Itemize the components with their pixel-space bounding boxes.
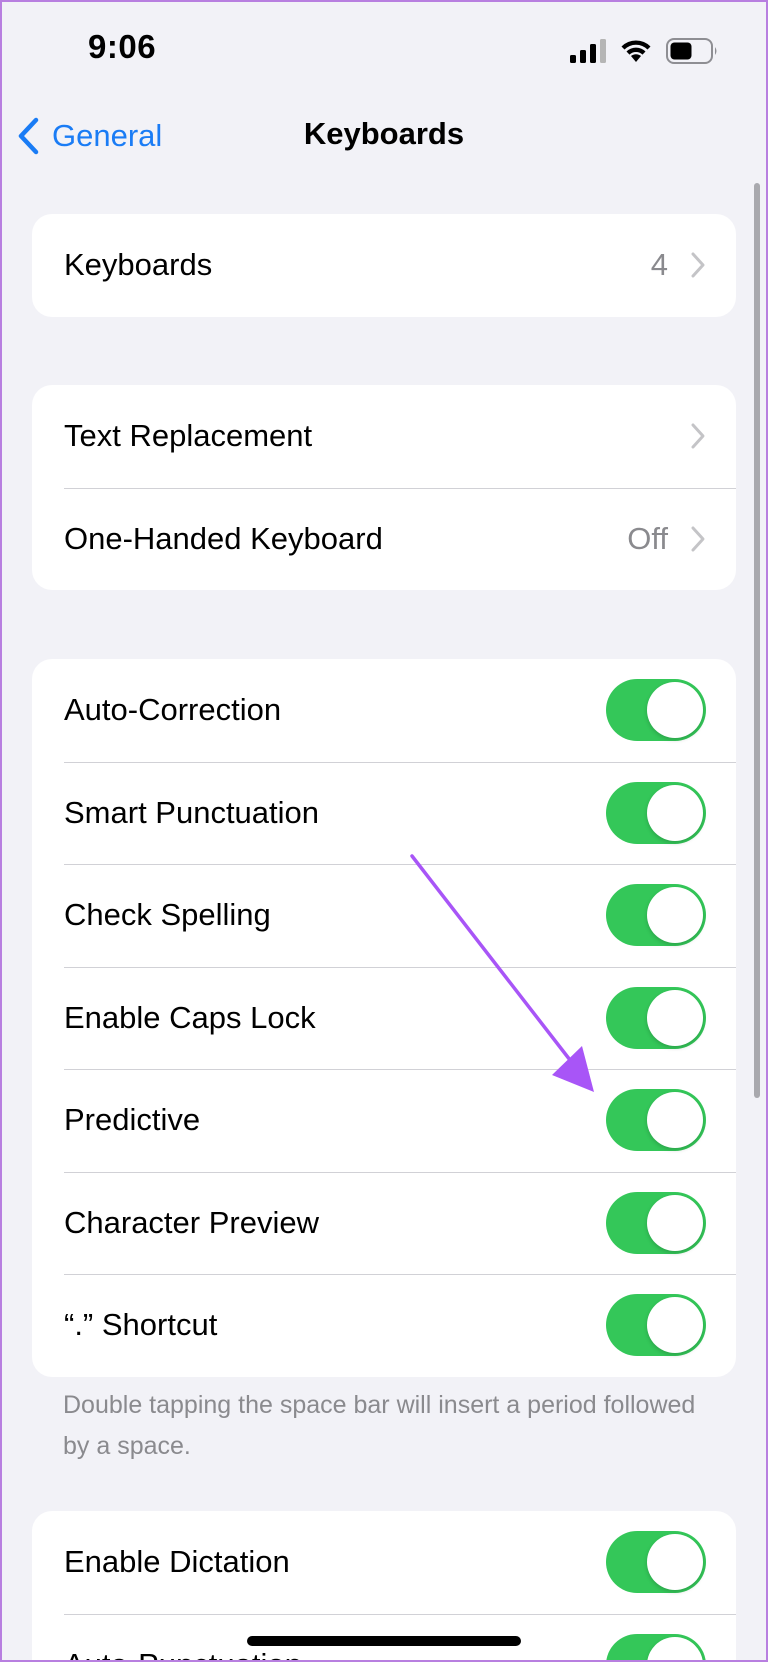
auto-correction-toggle[interactable] (606, 679, 706, 742)
enable-caps-lock-row: Enable Caps Lock (32, 966, 736, 1070)
chevron-right-icon (691, 423, 705, 449)
page-title: Keyboards (303, 116, 465, 151)
auto-correction-row: Auto-Correction (32, 659, 736, 762)
chevron-right-icon (691, 252, 705, 278)
toggle-knob (647, 887, 703, 944)
enable-dictation-row: Enable Dictation (32, 1511, 736, 1614)
toggle-knob (647, 1636, 703, 1662)
smart-punctuation-row: Smart Punctuation (32, 761, 736, 865)
predictive-label: Predictive (64, 1102, 201, 1138)
status-time: 9:06 (88, 28, 157, 65)
chevron-right-icon (691, 526, 705, 552)
smart-punctuation-toggle[interactable] (606, 781, 706, 844)
keyboards-group: Keyboards 4 (32, 214, 736, 317)
period-shortcut-footnote: Double tapping the space bar will insert… (63, 1391, 696, 1460)
check-spelling-toggle[interactable] (606, 884, 706, 947)
auto-correction-label: Auto-Correction (64, 692, 282, 728)
one-handed-keyboard-row[interactable]: One-Handed Keyboard Off (32, 487, 736, 591)
toggle-knob (647, 1297, 703, 1354)
keyboard-toggles-group: Auto-Correction Smart Punctuation Check … (32, 659, 736, 1377)
one-handed-keyboard-label: One-Handed Keyboard (64, 520, 383, 556)
text-options-group: Text Replacement One-Handed Keyboard Off (32, 385, 736, 590)
period-shortcut-label: “.” Shortcut (64, 1307, 218, 1343)
scroll-indicator[interactable] (754, 183, 760, 1098)
toggle-knob (647, 784, 703, 841)
toggle-knob (647, 682, 703, 739)
predictive-row: Predictive (32, 1069, 736, 1172)
toggle-knob (647, 1092, 703, 1149)
text-replacement-label: Text Replacement (64, 418, 313, 454)
enable-dictation-label: Enable Dictation (64, 1544, 290, 1580)
wifi-icon (621, 40, 651, 62)
enable-caps-lock-label: Enable Caps Lock (64, 999, 316, 1035)
enable-caps-lock-toggle[interactable] (606, 986, 706, 1049)
toggle-knob (647, 1534, 703, 1591)
toggle-knob (647, 1194, 703, 1251)
check-spelling-row: Check Spelling (32, 864, 736, 967)
battery-icon (666, 38, 717, 64)
character-preview-row: Character Preview (32, 1171, 736, 1275)
period-shortcut-toggle[interactable] (606, 1294, 706, 1357)
keyboards-label: Keyboards (64, 247, 213, 283)
signal-icon (570, 39, 606, 63)
home-indicator[interactable] (247, 1636, 521, 1646)
auto-punctuation-toggle[interactable] (606, 1633, 706, 1662)
status-bar: 9:06 (0, 0, 768, 100)
character-preview-toggle[interactable] (606, 1191, 706, 1254)
smart-punctuation-label: Smart Punctuation (64, 794, 320, 830)
character-preview-label: Character Preview (64, 1204, 319, 1240)
navigation-bar: General Keyboards (0, 100, 768, 176)
keyboards-row[interactable]: Keyboards 4 (32, 214, 736, 317)
check-spelling-label: Check Spelling (64, 897, 271, 933)
enable-dictation-toggle[interactable] (606, 1531, 706, 1594)
auto-punctuation-label: Auto-Punctuation (64, 1647, 606, 1662)
period-shortcut-row: “.” Shortcut (32, 1274, 736, 1377)
one-handed-keyboard-value: Off (627, 520, 668, 556)
keyboards-count: 4 (650, 247, 668, 283)
status-icons (570, 36, 718, 66)
text-replacement-row[interactable]: Text Replacement (32, 385, 736, 488)
predictive-toggle[interactable] (606, 1089, 706, 1152)
toggle-knob (647, 989, 703, 1046)
